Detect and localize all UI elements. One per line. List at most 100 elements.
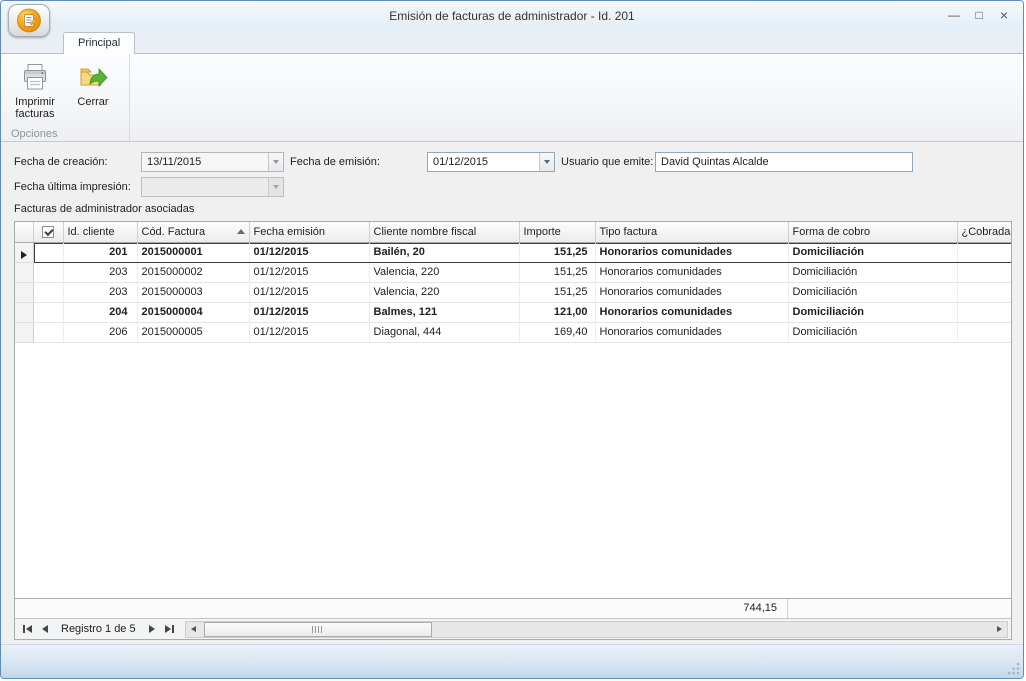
- grid-caption: Facturas de administrador asociadas: [14, 203, 1010, 218]
- column-header-forma-de-cobro[interactable]: Forma de cobro: [788, 222, 957, 242]
- cell-cobrada: [957, 262, 1011, 282]
- invoice-app-icon: [14, 7, 44, 34]
- printer-icon: [19, 61, 51, 93]
- cell-id-cliente: 201: [63, 242, 137, 262]
- scroll-left-icon: [191, 626, 196, 632]
- select-all-checkbox[interactable]: [42, 226, 54, 238]
- column-header-tipo-factura[interactable]: Tipo factura: [595, 222, 788, 242]
- nav-first-button[interactable]: [18, 621, 36, 638]
- close-button[interactable]: ×: [993, 6, 1015, 24]
- column-label: Forma de cobro: [793, 226, 871, 238]
- app-menu-button[interactable]: [8, 4, 50, 37]
- table-row[interactable]: 206201500000501/12/2015Diagonal, 444169,…: [15, 322, 1011, 342]
- cell-forma-de-cobro: Domiciliación: [788, 242, 957, 262]
- cell-forma-de-cobro: Domiciliación: [788, 282, 957, 302]
- cell-fecha-emision: 01/12/2015: [249, 242, 369, 262]
- row-indicator-cell: [15, 322, 33, 342]
- cell-cod-factura: 2015000001: [137, 242, 249, 262]
- title-bar: Emisión de facturas de administrador - I…: [1, 1, 1023, 31]
- resize-grip-icon[interactable]: [1007, 662, 1020, 675]
- column-header-fecha-emision[interactable]: Fecha emisión: [249, 222, 369, 242]
- table-row[interactable]: 203201500000301/12/2015Valencia, 220151,…: [15, 282, 1011, 302]
- cell-cod-factura: 2015000004: [137, 302, 249, 322]
- cerrar-label: Cerrar: [77, 96, 108, 108]
- column-header-cobrada[interactable]: ¿Cobrada: [957, 222, 1011, 242]
- row-select-cell[interactable]: [33, 302, 63, 322]
- column-header-importe[interactable]: Importe: [519, 222, 595, 242]
- facturas-grid: Id. cliente Cód. Factura Fecha emisión C…: [14, 221, 1012, 640]
- cell-tipo-factura: Honorarios comunidades: [595, 262, 788, 282]
- ribbon-group-opciones: Imprimir facturas Cerrar Opciones: [1, 54, 130, 141]
- cerrar-button[interactable]: Cerrar: [64, 57, 122, 108]
- scroll-left-button[interactable]: [186, 622, 202, 637]
- usuario-emite-field[interactable]: David Quintas Alcalde: [655, 152, 913, 172]
- row-select-cell[interactable]: [33, 242, 63, 262]
- folder-green-arrow-icon: [77, 61, 109, 93]
- scrollbar-thumb[interactable]: [204, 622, 432, 637]
- fecha-emision-value: 01/12/2015: [428, 153, 539, 171]
- column-label: Fecha emisión: [254, 226, 326, 238]
- row-select-cell[interactable]: [33, 322, 63, 342]
- cell-cliente-nombre-fiscal: Diagonal, 444: [369, 322, 519, 342]
- fecha-emision-field[interactable]: 01/12/2015: [427, 152, 555, 172]
- maximize-button[interactable]: □: [968, 6, 990, 24]
- usuario-emite-label: Usuario que emite:: [561, 156, 655, 168]
- cell-forma-de-cobro: Domiciliación: [788, 262, 957, 282]
- cell-forma-de-cobro: Domiciliación: [788, 322, 957, 342]
- cell-id-cliente: 203: [63, 282, 137, 302]
- thumb-grip-icon: [312, 626, 323, 633]
- cell-fecha-emision: 01/12/2015: [249, 282, 369, 302]
- scrollbar-track[interactable]: [202, 622, 991, 637]
- fecha-ultima-impresion-label: Fecha última impresión:: [14, 181, 141, 193]
- row-indicator-cell: [15, 262, 33, 282]
- cell-cobrada: [957, 282, 1011, 302]
- cell-fecha-emision: 01/12/2015: [249, 262, 369, 282]
- column-header-id-cliente[interactable]: Id. cliente: [63, 222, 137, 242]
- fecha-creacion-value: 13/11/2015: [142, 153, 268, 171]
- fecha-emision-dropdown-icon[interactable]: [539, 153, 554, 171]
- nav-next-button[interactable]: [143, 621, 161, 638]
- fecha-creacion-field: 13/11/2015: [141, 152, 284, 172]
- row-select-cell[interactable]: [33, 282, 63, 302]
- sort-asc-icon: [237, 229, 245, 234]
- form-row-2: Fecha última impresión:: [14, 176, 1010, 197]
- cell-fecha-emision: 01/12/2015: [249, 322, 369, 342]
- cell-tipo-factura: Honorarios comunidades: [595, 302, 788, 322]
- fecha-creacion-label: Fecha de creación:: [14, 156, 141, 168]
- importe-total: 744,15: [15, 599, 788, 618]
- column-header-cliente-nombre-fiscal[interactable]: Cliente nombre fiscal: [369, 222, 519, 242]
- minimize-button[interactable]: —: [943, 6, 965, 24]
- cell-importe: 151,25: [519, 282, 595, 302]
- table-row[interactable]: 203201500000201/12/2015Valencia, 220151,…: [15, 262, 1011, 282]
- cell-cliente-nombre-fiscal: Bailén, 20: [369, 242, 519, 262]
- column-label: Tipo factura: [600, 226, 658, 238]
- row-indicator-header: [15, 222, 33, 242]
- nav-prev-button[interactable]: [36, 621, 54, 638]
- table-row[interactable]: 204201500000401/12/2015Balmes, 121121,00…: [15, 302, 1011, 322]
- column-header-cod-factura[interactable]: Cód. Factura: [137, 222, 249, 242]
- grid-body: 201201500000101/12/2015Bailén, 20151,25H…: [15, 242, 1011, 342]
- facturas-table: Id. cliente Cód. Factura Fecha emisión C…: [15, 222, 1011, 343]
- cell-cobrada: [957, 242, 1011, 262]
- cell-cod-factura: 2015000002: [137, 262, 249, 282]
- tab-principal[interactable]: Principal: [63, 32, 135, 54]
- cell-importe: 169,40: [519, 322, 595, 342]
- cell-cliente-nombre-fiscal: Valencia, 220: [369, 282, 519, 302]
- row-select-cell[interactable]: [33, 262, 63, 282]
- record-navigator: Registro 1 de 5: [15, 618, 1011, 639]
- column-label: Cód. Factura: [142, 226, 235, 238]
- cell-forma-de-cobro: Domiciliación: [788, 302, 957, 322]
- cell-cobrada: [957, 322, 1011, 342]
- column-label: Importe: [524, 226, 561, 238]
- cell-id-cliente: 206: [63, 322, 137, 342]
- form-row-1: Fecha de creación: 13/11/2015 Fecha de e…: [14, 151, 1010, 172]
- scroll-right-button[interactable]: [991, 622, 1007, 637]
- app-window: Emisión de facturas de administrador - I…: [0, 0, 1024, 679]
- table-row[interactable]: 201201500000101/12/2015Bailén, 20151,25H…: [15, 242, 1011, 262]
- fecha-emision-label: Fecha de emisión:: [290, 156, 427, 168]
- imprimir-facturas-button[interactable]: Imprimir facturas: [6, 57, 64, 120]
- cell-tipo-factura: Honorarios comunidades: [595, 282, 788, 302]
- horizontal-scrollbar[interactable]: [185, 621, 1008, 638]
- nav-last-button[interactable]: [161, 621, 179, 638]
- select-all-header[interactable]: [33, 222, 63, 242]
